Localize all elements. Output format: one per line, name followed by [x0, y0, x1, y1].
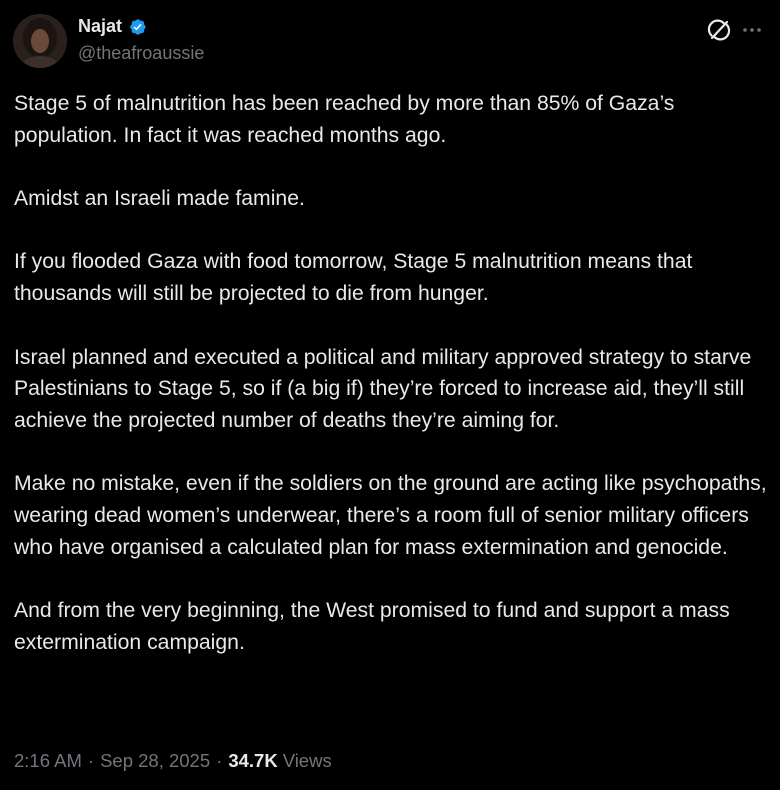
tweet-time[interactable]: 2:16 AM — [14, 750, 82, 772]
verified-badge-icon[interactable] — [127, 17, 147, 37]
meta-separator: · — [87, 750, 95, 771]
tweet-paragraph: Israel planned and executed a political … — [14, 345, 752, 432]
tweet-paragraph: Make no mistake, even if the soldiers on… — [14, 472, 767, 559]
author-name-row: Najat — [78, 16, 147, 37]
meta-separator: · — [216, 750, 223, 771]
more-icon[interactable] — [740, 18, 764, 42]
views-count[interactable]: 34.7K — [228, 750, 277, 772]
views-label: Views — [282, 750, 332, 771]
author-handle[interactable]: @theafroaussie — [78, 43, 204, 64]
tweet-paragraph: Amidst an Israeli made famine. — [14, 187, 305, 211]
tweet-paragraph: And from the very beginning, the West pr… — [14, 599, 730, 654]
tweet-paragraph: Stage 5 of malnutrition has been reached… — [14, 92, 675, 147]
tweet: Najat @theafroaussie Stage 5 of malnutri… — [0, 0, 780, 790]
tweet-text: Stage 5 of malnutrition has been reached… — [14, 88, 772, 659]
author-display-name[interactable]: Najat — [78, 16, 122, 37]
grok-icon[interactable] — [707, 18, 731, 42]
tweet-paragraph: If you flooded Gaza with food tomorrow, … — [14, 250, 693, 306]
tweet-date[interactable]: Sep 28, 2025 — [100, 750, 210, 772]
avatar[interactable] — [13, 14, 67, 68]
tweet-meta: 2:16 AM · Sep 28, 2025 · 34.7K Views — [14, 750, 332, 772]
avatar-image — [13, 14, 67, 68]
